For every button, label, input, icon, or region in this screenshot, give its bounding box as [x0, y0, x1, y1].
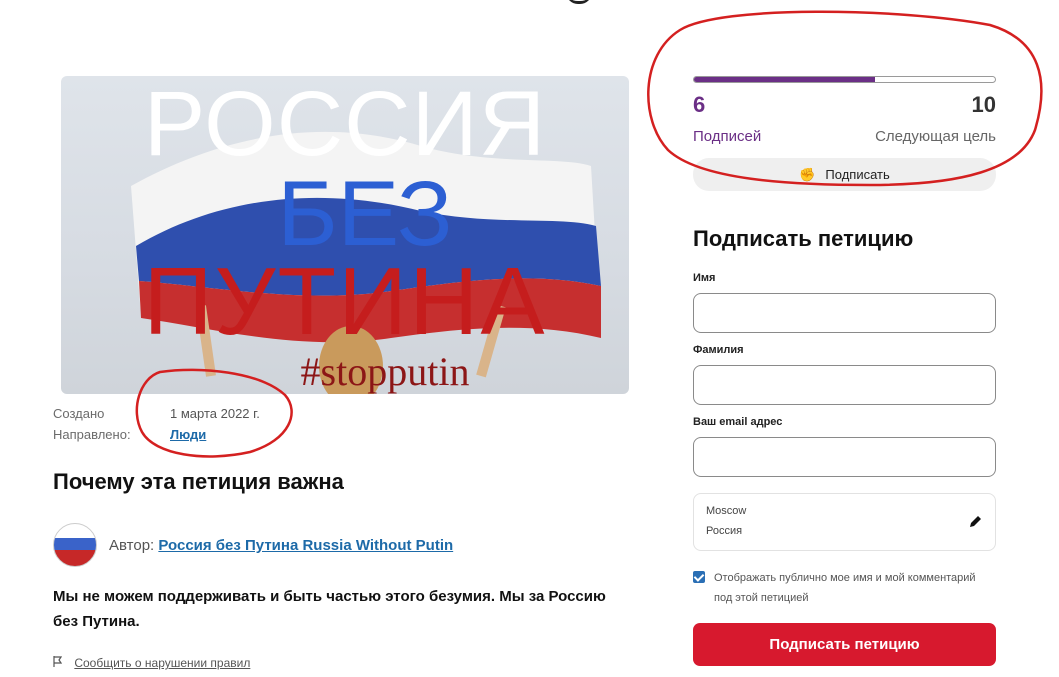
form-title: Подписать петицию [693, 226, 914, 251]
pencil-icon[interactable] [967, 514, 983, 530]
author-line: Автор: Россия без Путина Russia Without … [109, 537, 453, 554]
sign-petition-button[interactable]: Подписать петицию [693, 623, 996, 666]
hero-text-hashtag: #stopputin [300, 349, 470, 394]
created-date: 1 марта 2022 г. [170, 406, 260, 421]
petition-body: Мы не можем поддерживать и быть частью э… [53, 588, 606, 630]
author-prefix: Автор: [109, 537, 155, 554]
hero-text-line2: БЕЗ [277, 163, 453, 265]
first-name-label: Имя [693, 272, 716, 284]
email-field[interactable] [693, 437, 996, 477]
signature-count: 6 [693, 92, 706, 117]
created-label: Создано [53, 406, 105, 421]
flag-icon [53, 656, 63, 670]
consent-text: Отображать публично мое имя и мой коммен… [714, 572, 976, 604]
section-title: Почему эта петиция важна [53, 469, 344, 494]
petition-image: РОССИЯ БЕЗ ПУТИНА #stopputin [61, 76, 629, 394]
signature-count-label: Подписей [693, 128, 762, 145]
last-name-label: Фамилия [693, 344, 744, 356]
directed-label: Направлено: [53, 427, 131, 442]
goal-label: Следующая цель [875, 128, 996, 145]
consent-checkbox[interactable] [693, 571, 705, 583]
location-box[interactable]: Moscow Россия [693, 493, 996, 551]
signature-progress-fill [694, 77, 875, 82]
author-link[interactable]: Россия без Путина Russia Without Putin [158, 537, 453, 554]
location-city: Moscow [706, 505, 747, 517]
report-link[interactable]: Сообщить о нарушении правил [74, 656, 250, 670]
title-fragment [566, 0, 592, 4]
directed-link[interactable]: Люди [170, 427, 206, 442]
last-name-field[interactable] [693, 365, 996, 405]
hero-text-line3: ПУТИНА [143, 248, 547, 355]
location-country: Россия [706, 525, 743, 537]
report-link-row[interactable]: Сообщить о нарушении правил [53, 656, 250, 670]
first-name-field[interactable] [693, 293, 996, 333]
sign-button-small-label: Подписать [825, 167, 890, 182]
hero-text-line1: РОССИЯ [143, 76, 547, 175]
signature-progress-bar [693, 76, 996, 83]
goal-count: 10 [971, 92, 996, 117]
hand-icon: ✊ [799, 166, 816, 182]
author-avatar[interactable] [53, 523, 97, 567]
sign-button-small[interactable]: ✊ Подписать [693, 158, 996, 191]
email-label: Ваш email адрес [693, 416, 783, 428]
